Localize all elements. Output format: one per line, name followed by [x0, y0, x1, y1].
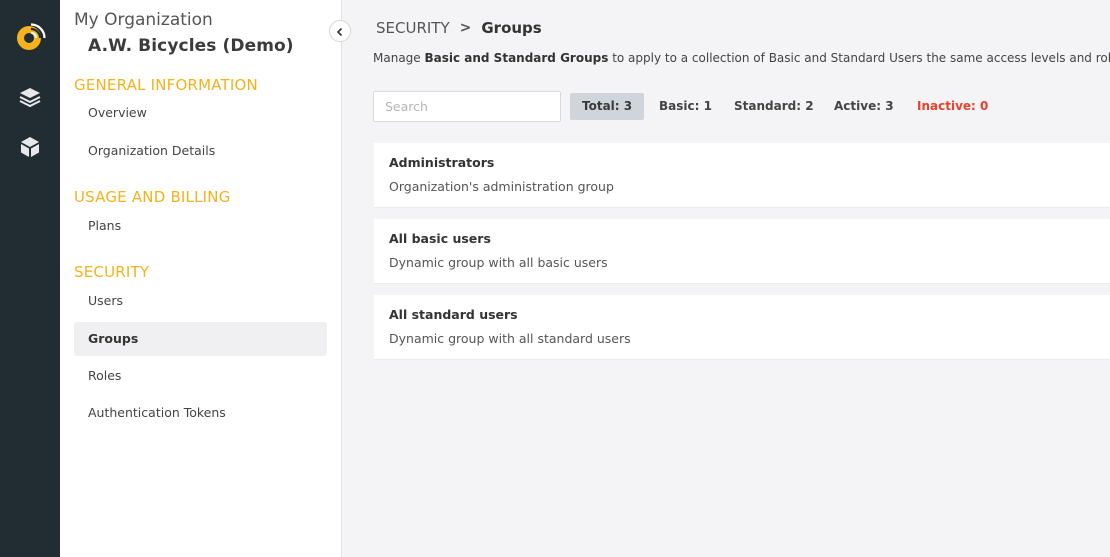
app-rail — [0, 0, 60, 557]
group-name: All standard users — [389, 307, 518, 322]
sidebar-item-authentication-tokens[interactable]: Authentication Tokens — [74, 396, 327, 430]
sidebar-item-organization-details[interactable]: Organization Details — [74, 134, 327, 168]
collapse-sidebar-button[interactable] — [329, 20, 351, 42]
group-description: Dynamic group with all standard users — [389, 331, 631, 346]
breadcrumb-current: Groups — [481, 19, 542, 37]
sidebar-item-plans[interactable]: Plans — [74, 209, 327, 243]
main-content: SECURITY > Groups Manage Basic and Stand… — [342, 0, 1110, 557]
group-description: Organization's administration group — [389, 179, 614, 194]
filter-total[interactable]: Total: 3 — [570, 93, 645, 120]
filter-inactive[interactable]: Inactive: 0 — [905, 93, 1000, 120]
section-usage-and-billing: USAGE AND BILLING — [74, 188, 231, 206]
group-card-administrators[interactable]: Administrators Organization's administra… — [374, 143, 1110, 207]
description-suffix: to apply to a collection of Basic and St… — [608, 51, 1110, 65]
sidebar-item-users[interactable]: Users — [74, 284, 327, 318]
description-prefix: Manage — [373, 51, 425, 65]
description-bold: Basic and Standard Groups — [424, 51, 609, 65]
organization-name[interactable]: A.W. Bicycles (Demo) — [88, 36, 294, 56]
filter-basic[interactable]: Basic: 1 — [647, 93, 724, 120]
sidebar-item-overview[interactable]: Overview — [74, 96, 327, 130]
sidebar: My Organization A.W. Bicycles (Demo) GEN… — [60, 0, 342, 557]
search-input[interactable] — [373, 91, 561, 122]
section-security: SECURITY — [74, 263, 150, 281]
group-card-all-standard-users[interactable]: All standard users Dynamic group with al… — [374, 295, 1110, 359]
filter-active[interactable]: Active: 3 — [822, 93, 906, 120]
group-card-all-basic-users[interactable]: All basic users Dynamic group with all b… — [374, 219, 1110, 283]
logo-icon[interactable] — [14, 20, 46, 52]
group-description: Dynamic group with all basic users — [389, 255, 608, 270]
group-name: All basic users — [389, 231, 491, 246]
sidebar-item-groups[interactable]: Groups — [74, 322, 327, 356]
sidebar-item-roles[interactable]: Roles — [74, 359, 327, 393]
breadcrumb-parent[interactable]: SECURITY — [376, 19, 450, 37]
section-general-information: GENERAL INFORMATION — [74, 76, 258, 94]
cube-icon[interactable] — [17, 134, 43, 160]
chevron-left-icon — [335, 22, 345, 41]
page-description: Manage Basic and Standard Groups to appl… — [373, 51, 1110, 65]
layers-icon[interactable] — [17, 84, 43, 110]
group-name: Administrators — [389, 155, 495, 170]
filter-standard[interactable]: Standard: 2 — [722, 93, 826, 120]
breadcrumb: SECURITY > Groups — [376, 19, 542, 37]
breadcrumb-separator-icon: > — [459, 20, 472, 36]
organization-label: My Organization — [74, 10, 213, 30]
